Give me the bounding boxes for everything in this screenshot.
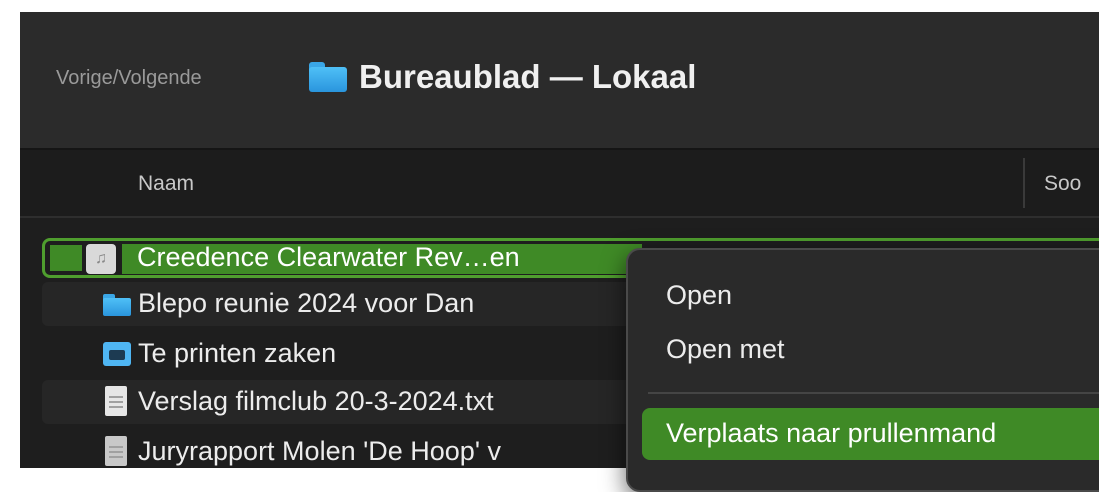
audio-file-icon: ♫ <box>86 244 116 274</box>
toolbar: Vorige/Volgende Bureaublad — Lokaal <box>20 12 1099 150</box>
menu-item-open[interactable]: Open <box>666 280 732 311</box>
text-document-icon <box>105 386 127 416</box>
menu-item-move-to-trash[interactable]: Verplaats naar prullenmand <box>666 418 996 449</box>
file-name: Blepo reunie 2024 voor Dan <box>138 288 475 318</box>
menu-separator <box>648 392 1099 394</box>
file-name: Te printen zaken <box>138 338 337 368</box>
folder-icon <box>103 294 131 316</box>
folder-icon <box>309 62 347 92</box>
column-divider[interactable] <box>1023 158 1025 208</box>
file-name: Creedence Clearwater Rev…en <box>137 242 520 272</box>
column-header: Naam Soo <box>20 150 1099 218</box>
menu-item-open-with[interactable]: Open met <box>666 334 785 365</box>
printer-folder-icon <box>103 342 131 366</box>
window-title: Bureaublad — Lokaal <box>309 58 696 96</box>
document-icon <box>105 436 127 466</box>
file-name: Verslag filmclub 20-3-2024.txt <box>138 386 494 416</box>
file-name: Juryrapport Molen 'De Hoop' v <box>138 436 501 466</box>
window-title-text: Bureaublad — Lokaal <box>359 58 697 95</box>
back-forward-button[interactable]: Vorige/Volgende <box>56 67 202 90</box>
column-kind-header[interactable]: Soo <box>1044 172 1081 196</box>
context-menu: Open Open met Verplaats naar prullenmand <box>626 248 1099 492</box>
column-name-header[interactable]: Naam <box>138 172 194 196</box>
selection-marker <box>50 245 82 271</box>
